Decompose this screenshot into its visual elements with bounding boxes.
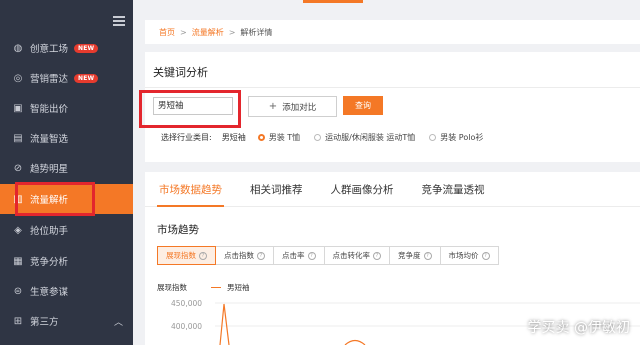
breadcrumb-separator: > (228, 27, 236, 37)
sidebar-item-label: 第三方 (30, 317, 59, 328)
query-button[interactable]: 查询 (343, 96, 383, 115)
target-icon: ◈ (14, 224, 22, 236)
divider (145, 87, 640, 88)
menu-toggle-icon[interactable] (113, 16, 125, 26)
sidebar-highlight-box (15, 182, 95, 216)
sidebar-item-traffic-select[interactable]: ▤ 流量智选 (0, 123, 133, 153)
star-icon: ⊘ (13, 162, 23, 174)
breadcrumb-current: 解析详情 (240, 27, 273, 37)
breadcrumb-separator: > (180, 27, 187, 37)
sidebar-item-trend-star[interactable]: ⊘ 趋势明星 (0, 153, 133, 183)
option-label: 男装 Polo衫 (440, 133, 484, 142)
new-badge: NEW (74, 73, 99, 83)
series-line (219, 303, 230, 345)
apps-icon: ⊞ (13, 315, 23, 327)
sidebar-item-radar[interactable]: ◎ 营销雷达 NEW (0, 63, 133, 93)
radio-selected-icon[interactable] (257, 134, 265, 141)
top-accent-bar (303, 0, 363, 3)
sidebar-item-third-party[interactable]: ⊞ 第三方 ︿ (0, 306, 133, 336)
new-badge: NEW (74, 43, 99, 53)
category-row: 选择行业类目: 男短袖 男装 T恤 运动服/休闲服装 运动T恤 男装 Polo衫 (161, 132, 497, 143)
watermark-text: 学买卖 @伊敏初 (527, 320, 630, 336)
sidebar-item-label: 流量智选 (30, 134, 69, 145)
chevron-up-icon: ︿ (113, 317, 123, 328)
sidebar-header (0, 0, 133, 32)
radio-icon[interactable] (429, 134, 437, 141)
bulb-icon: ◍ (13, 42, 23, 54)
sidebar-item-label: 竞争分析 (30, 257, 69, 268)
sidebar: ◍ 创意工场 NEW ◎ 营销雷达 NEW ▣ 智能出价 ▤ 流量智选 ⊘ 趋势… (0, 0, 133, 345)
compare-icon: ▦ (13, 255, 23, 267)
sidebar-item-label: 生意参谋 (30, 287, 69, 298)
category-option[interactable]: 运动服/休闲服装 运动T恤 (314, 132, 415, 143)
option-label: 男装 T恤 (268, 133, 301, 142)
breadcrumb-home[interactable]: 首页 (159, 27, 175, 38)
filter-icon: ▤ (13, 132, 23, 144)
plus-icon: + (268, 101, 278, 112)
sidebar-item-business[interactable]: ⊜ 生意参谋 (0, 276, 133, 306)
sidebar-item-label: 智能出价 (30, 104, 69, 115)
watermark: 学买卖 @伊敏初 (528, 317, 630, 337)
briefcase-icon: ⊜ (13, 285, 23, 297)
category-option[interactable]: 男装 T恤 (257, 132, 301, 143)
radar-icon: ◎ (13, 72, 23, 84)
bid-icon: ▣ (13, 102, 23, 114)
category-option[interactable]: 男装 Polo衫 (429, 132, 483, 143)
sidebar-item-label: 营销雷达 (30, 74, 69, 85)
category-keyword: 男短袖 (221, 133, 246, 142)
option-label: 运动服/休闲服装 运动T恤 (325, 133, 416, 142)
category-label: 选择行业类目: (161, 133, 212, 142)
sidebar-item-label: 创意工场 (30, 44, 69, 55)
radio-icon[interactable] (314, 134, 322, 141)
sidebar-item-label: 抢位助手 (30, 226, 69, 237)
sidebar-item-position[interactable]: ◈ 抢位助手 (0, 215, 133, 245)
breadcrumb: 首页 > 流量解析 > 解析详情 (145, 20, 640, 44)
add-compare-label: 添加对比 (282, 102, 317, 113)
main-content: 首页 > 流量解析 > 解析详情 关键词分析 男短袖 + 添加对比 查询 选择行… (133, 0, 640, 345)
breadcrumb-section[interactable]: 流量解析 (192, 27, 224, 38)
input-highlight-box (139, 90, 241, 128)
sidebar-item-label: 趋势明星 (30, 164, 69, 175)
sidebar-item-creative[interactable]: ◍ 创意工场 NEW (0, 33, 133, 63)
add-compare-button[interactable]: + 添加对比 (248, 96, 337, 117)
sidebar-item-bid[interactable]: ▣ 智能出价 (0, 93, 133, 123)
series-line (344, 339, 366, 345)
panel-title: 关键词分析 (153, 66, 208, 79)
sidebar-item-competition[interactable]: ▦ 竞争分析 (0, 246, 133, 276)
